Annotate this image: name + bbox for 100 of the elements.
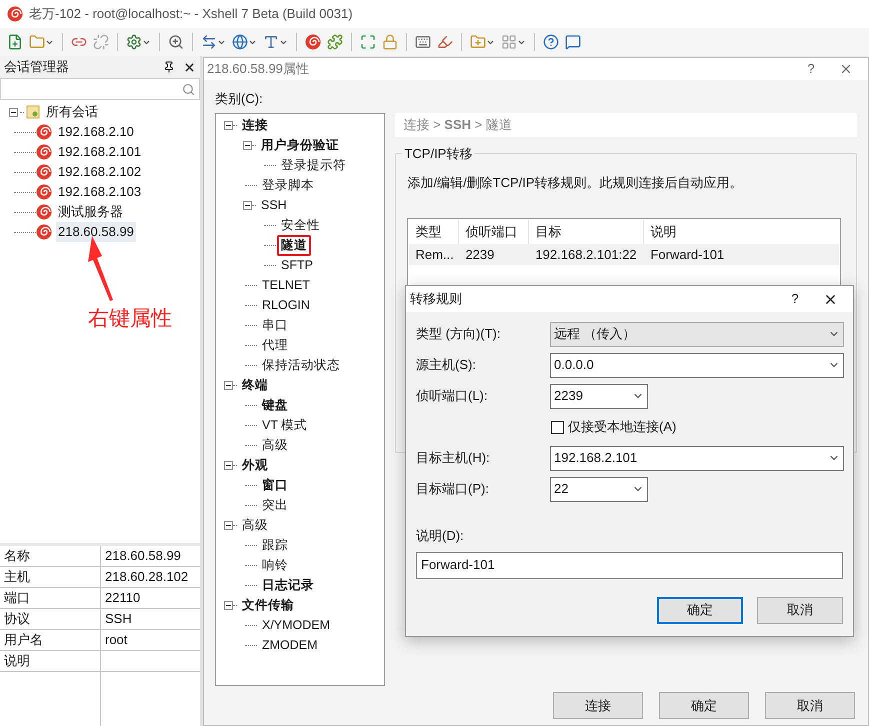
field-label: 类型 (方向)(T): — [416, 325, 502, 344]
category-item[interactable]: 高级 — [238, 514, 272, 536]
collapse-icon[interactable] — [243, 200, 252, 210]
field-label: 侦听端口(L): — [416, 387, 488, 406]
session-item[interactable]: 192.168.2.10 — [56, 122, 136, 142]
globe-icon[interactable] — [232, 34, 248, 50]
spiral-icon — [36, 204, 52, 220]
collapse-icon[interactable] — [243, 140, 252, 150]
breadcrumb: 连接 > SSH > 隧道 — [395, 113, 857, 137]
dialog-title: 转移规则 — [410, 290, 463, 308]
category-item[interactable]: 终端 — [238, 374, 272, 396]
combo-box[interactable]: 22 — [550, 476, 648, 502]
category-item[interactable]: 响铃 — [258, 554, 292, 576]
category-item[interactable]: TELNET — [258, 274, 314, 296]
panel-title: 会话管理器 — [4, 58, 70, 76]
combo-box[interactable]: 0.0.0.0 — [550, 352, 844, 378]
table-row[interactable]: Rem... 2239 192.168.2.101:22 Forward-101 — [409, 244, 840, 265]
category-item[interactable]: 文件传输 — [238, 594, 298, 616]
description-field[interactable]: Forward-101 — [416, 552, 843, 578]
tree-item[interactable]: 所有会话 — [46, 102, 98, 122]
category-item[interactable]: 连接 — [238, 114, 272, 136]
category-item[interactable]: VT 模式 — [258, 414, 312, 436]
category-item[interactable]: 用户身份验证 — [257, 134, 343, 156]
category-item[interactable]: 代理 — [258, 334, 292, 356]
collapse-icon[interactable] — [9, 108, 18, 116]
property-name: 名称 — [0, 546, 101, 566]
property-value: 218.60.28.102 — [104, 568, 190, 586]
category-item[interactable]: 隧道 — [277, 234, 311, 256]
category-label: 类别(C): — [215, 90, 264, 108]
category-item[interactable]: SFTP — [277, 254, 317, 276]
field-label: 源主机(S): — [416, 356, 477, 374]
close-icon[interactable] — [183, 60, 196, 74]
property-name: 端口 — [0, 588, 101, 608]
help-button[interactable]: ? — [801, 59, 821, 79]
category-item[interactable]: SSH — [257, 194, 291, 216]
table-cell-text: Forward-101 — [649, 246, 726, 264]
category-item[interactable]: 日志记录 — [258, 574, 318, 596]
spiral-icon — [36, 124, 52, 140]
transfer-icon[interactable] — [201, 34, 217, 50]
category-item[interactable]: 外观 — [238, 454, 272, 476]
pin-icon[interactable] — [163, 61, 175, 73]
search-field[interactable] — [0, 78, 200, 100]
property-value: 218.60.58.99 — [104, 547, 182, 565]
dropdown[interactable]: 远程 （传入） — [550, 322, 844, 346]
session-item[interactable]: 192.168.2.102 — [56, 162, 144, 182]
collapse-icon[interactable] — [224, 600, 233, 610]
collapse-icon[interactable] — [224, 380, 233, 390]
search-icon[interactable] — [168, 34, 184, 50]
property-name: 说明 — [0, 651, 101, 671]
session-item[interactable]: 192.168.2.101 — [56, 142, 144, 162]
dialog-button[interactable]: 取消 — [765, 692, 855, 719]
collapse-icon[interactable] — [224, 460, 233, 470]
search-icon[interactable] — [182, 82, 195, 96]
spiral-icon — [305, 34, 321, 50]
property-name: 主机 — [0, 567, 101, 587]
chat-icon[interactable] — [565, 34, 581, 50]
highlighter-icon[interactable] — [437, 34, 453, 50]
category-item[interactable]: ZMODEM — [258, 634, 322, 656]
app-logo-icon — [7, 6, 23, 22]
category-item[interactable]: 串口 — [258, 314, 292, 336]
puzzle-icon[interactable] — [327, 34, 343, 50]
category-item[interactable]: 高级 — [258, 434, 292, 456]
session-item[interactable]: 218.60.58.99 — [56, 222, 136, 242]
help-button[interactable]: ? — [785, 289, 805, 309]
category-item[interactable]: 安全性 — [277, 214, 324, 236]
category-item[interactable]: X/YMODEM — [258, 614, 334, 636]
category-item[interactable]: 登录脚本 — [258, 174, 318, 196]
dialog-button[interactable]: 确定 — [659, 692, 749, 719]
category-item[interactable]: 登录提示符 — [277, 154, 350, 176]
folder-icon — [26, 105, 40, 119]
font-icon[interactable] — [263, 34, 279, 50]
spiral-icon — [36, 144, 52, 160]
new-file-icon[interactable] — [7, 34, 23, 50]
checkbox-label: 仅接受本地连接(A) — [568, 418, 676, 436]
category-item[interactable]: 突出 — [258, 494, 292, 516]
dialog-button[interactable]: 确定 — [657, 596, 743, 624]
combo-box[interactable]: 2239 — [550, 384, 648, 408]
category-item[interactable]: 窗口 — [258, 474, 292, 496]
category-item[interactable]: RLOGIN — [258, 294, 314, 316]
fullscreen-icon[interactable] — [360, 34, 376, 50]
table-cell-text: 2239 — [464, 246, 496, 264]
help-icon[interactable] — [543, 34, 559, 50]
column-header[interactable]: 说明 — [644, 220, 840, 244]
dialog-button[interactable]: 连接 — [553, 692, 643, 719]
session-item[interactable]: 192.168.2.103 — [56, 182, 144, 202]
spiral-icon — [36, 184, 52, 200]
keyboard-icon[interactable] — [415, 34, 431, 50]
category-item[interactable]: 跟踪 — [258, 534, 292, 556]
dialog-button[interactable]: 取消 — [757, 596, 843, 624]
window-title: 老万-102 - root@localhost:~ - Xshell 7 Beta (Build 0031) — [29, 5, 353, 24]
collapse-icon[interactable] — [224, 120, 233, 130]
checkbox[interactable] — [551, 420, 564, 434]
category-item[interactable]: 键盘 — [258, 394, 292, 416]
collapse-icon[interactable] — [224, 520, 233, 530]
combo-box[interactable]: 192.168.2.101 — [550, 446, 844, 470]
category-item[interactable]: 保持活动状态 — [258, 354, 344, 376]
session-item[interactable]: 测试服务器 — [56, 202, 125, 222]
table-cell-text: Rem... — [414, 246, 455, 264]
annotation-text: 右键属性 — [88, 306, 172, 332]
settings-icon[interactable] — [126, 34, 142, 50]
